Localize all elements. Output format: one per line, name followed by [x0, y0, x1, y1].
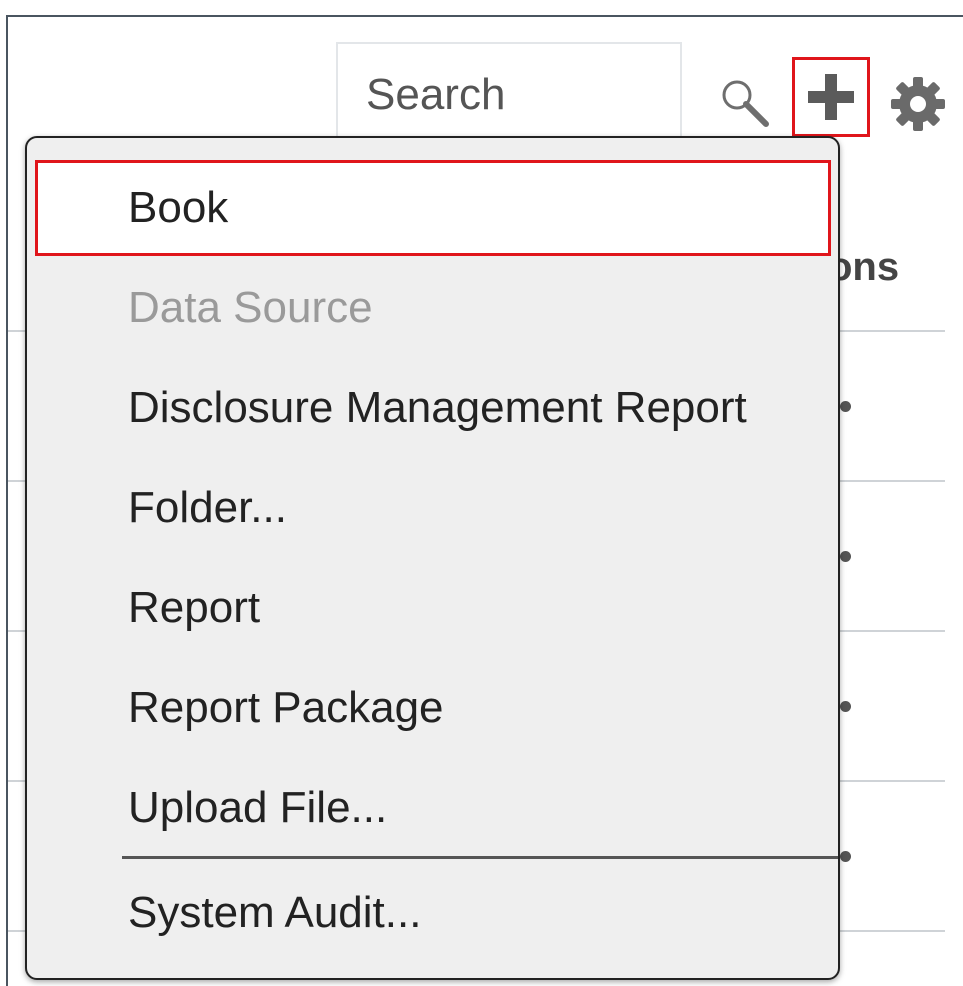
menu-item-book[interactable]: Book [35, 160, 831, 256]
search-icon[interactable] [720, 78, 772, 130]
gear-icon[interactable] [889, 75, 947, 133]
row-actions-icon[interactable] [840, 701, 851, 712]
menu-item-report[interactable]: Report [27, 560, 838, 656]
menu-item-disclosure-management-report[interactable]: Disclosure Management Report [27, 360, 838, 456]
create-dropdown-menu: Book Data Source Disclosure Management R… [25, 136, 840, 980]
menu-item-system-audit[interactable]: System Audit... [27, 865, 838, 961]
row-actions-icon[interactable] [840, 401, 851, 412]
window-left-border [6, 15, 8, 986]
row-actions-icon[interactable] [840, 851, 851, 862]
menu-item-upload-file[interactable]: Upload File... [27, 760, 838, 856]
add-button[interactable] [792, 57, 870, 137]
search-box[interactable] [336, 42, 682, 142]
menu-item-report-package[interactable]: Report Package [27, 660, 838, 756]
menu-item-data-source: Data Source [128, 283, 373, 332]
window-top-border [6, 15, 963, 17]
row-actions-icon[interactable] [840, 551, 851, 562]
search-input[interactable] [366, 70, 666, 120]
menu-item-folder[interactable]: Folder... [27, 460, 838, 556]
menu-separator [122, 856, 838, 859]
